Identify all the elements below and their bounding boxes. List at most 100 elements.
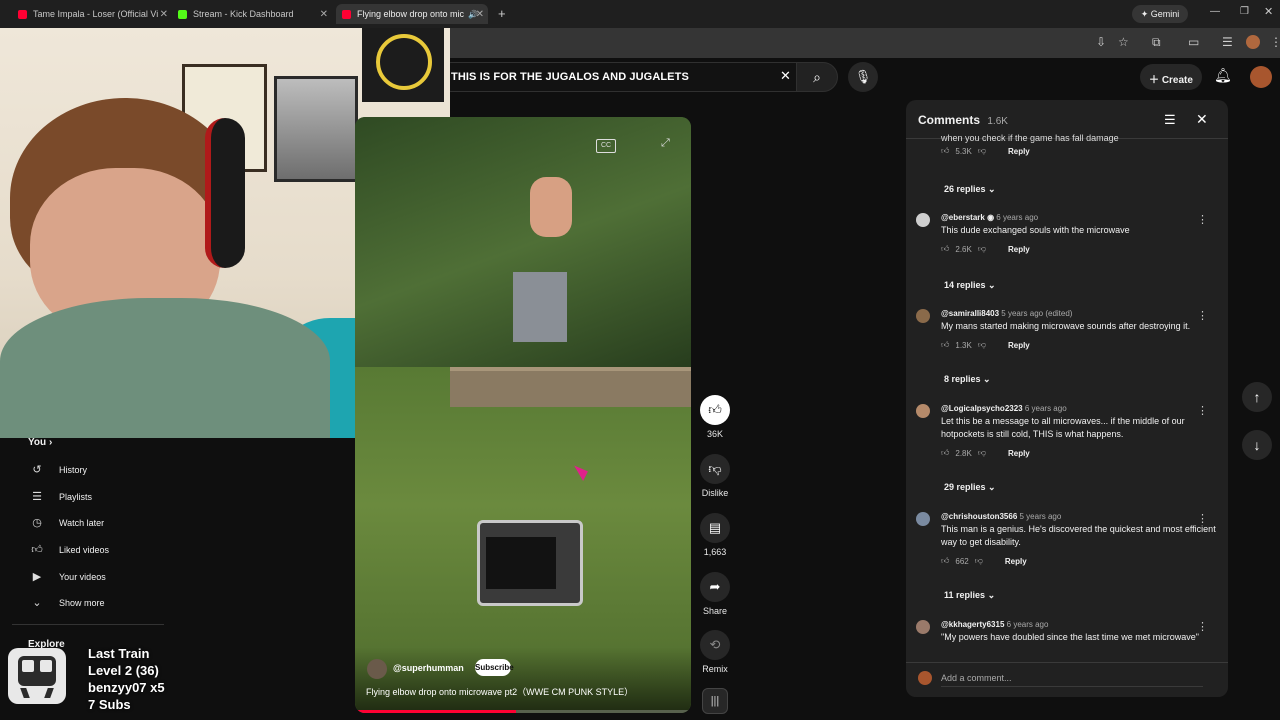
sidebar-icon[interactable]: ▭ (1188, 35, 1199, 49)
sidebar-item-your-videos[interactable]: ▶ Your videos (28, 570, 106, 583)
thumbs-up-icon[interactable]: 👍︎ (941, 448, 949, 458)
browser-tab-3-active[interactable]: Flying elbow drop onto mic 🔊 ✕ (336, 4, 488, 24)
comment-avatar[interactable] (916, 512, 930, 526)
thumbs-up-icon[interactable]: 👍︎ (941, 340, 949, 350)
more-options-icon[interactable]: ⋮ (1197, 512, 1208, 525)
replies-label: 11 replies (944, 590, 986, 600)
thumbs-up-icon[interactable]: 👍︎ (941, 146, 949, 156)
profile-avatar[interactable] (1246, 35, 1260, 49)
sidebar-you-header[interactable]: You › (28, 437, 52, 448)
comment-avatar[interactable] (916, 404, 930, 418)
sidebar-item-playlists[interactable]: ☰ Playlists (28, 490, 92, 503)
search-button[interactable]: ⌕ (796, 62, 838, 92)
thumbs-down-icon[interactable]: 👎︎ (975, 556, 983, 566)
channel-name[interactable]: @superhumman (393, 663, 464, 673)
close-tab-icon[interactable]: ✕ (160, 9, 168, 20)
thumbs-up-icon[interactable]: 👍︎ (941, 244, 949, 254)
gemini-button[interactable]: ✦ Gemini (1132, 5, 1188, 23)
create-button[interactable]: ＋ Create (1140, 64, 1202, 90)
view-replies-button[interactable]: 14 replies ⌄ (944, 280, 996, 291)
browser-tab-1[interactable]: Tame Impala - Loser (Official Vi ✕ (18, 4, 168, 24)
sound-thumbnail-icon[interactable]: ||| (702, 688, 728, 714)
account-avatar[interactable] (1250, 66, 1272, 88)
minimize-icon[interactable]: — (1210, 6, 1220, 17)
more-options-icon[interactable]: ⋮ (1197, 213, 1208, 226)
previous-short-button[interactable]: ↑ (1242, 382, 1272, 412)
tab-title: Tame Impala - Loser (Official Vi (33, 9, 159, 19)
reply-button[interactable]: Reply (1005, 557, 1027, 566)
remix-button[interactable]: ⟲ Remix (700, 630, 730, 674)
thumbs-down-icon[interactable]: 👎︎ (978, 340, 986, 350)
close-comments-icon[interactable]: ✕ (1196, 111, 1208, 128)
browser-tab-2[interactable]: Stream - Kick Dashboard ✕ (178, 4, 328, 24)
sidebar-item-show-more[interactable]: ⌄ Show more (28, 596, 104, 609)
comments-panel: Comments 1.6K ☰ ✕ when you check if the … (906, 100, 1228, 697)
reply-button[interactable]: Reply (1008, 341, 1030, 350)
subscribe-button[interactable]: Subscribe (475, 659, 514, 676)
voice-search-button[interactable]: 🎙 (848, 62, 878, 92)
view-replies-button[interactable]: 29 replies ⌄ (944, 482, 996, 493)
video-progress-track[interactable] (355, 710, 691, 713)
comment-author[interactable]: @kkhagerty6315 (941, 620, 1004, 629)
comment-item: @kkhagerty6315 6 years ago "My powers ha… (916, 620, 1218, 644)
like-button[interactable]: 👍︎ 36K (700, 395, 730, 439)
view-replies-button[interactable]: 8 replies ⌄ (944, 374, 991, 385)
reply-button[interactable]: Reply (1008, 147, 1030, 156)
add-comment-input[interactable]: Add a comment... (941, 673, 1203, 687)
short-title[interactable]: Flying elbow drop onto microwave pt2（WWE… (366, 685, 633, 698)
reading-list-icon[interactable]: ☰ (1222, 35, 1233, 49)
more-options-icon[interactable]: ⋮ (1197, 404, 1208, 417)
sidebar-item-liked-videos[interactable]: 👍︎ Liked videos (28, 543, 109, 556)
next-short-button[interactable]: ↓ (1242, 430, 1272, 460)
arrow-up-icon: ↑ (1253, 389, 1261, 405)
extensions-icon[interactable]: ⧉ (1152, 35, 1161, 50)
notifications-bell-icon[interactable]: 🔔︎ (1214, 67, 1232, 84)
new-tab-icon[interactable]: + (498, 6, 506, 21)
captions-icon[interactable]: CC (596, 139, 616, 153)
maximize-icon[interactable]: ❐ (1240, 6, 1249, 17)
comment-author[interactable]: @Logicalpsycho2323 (941, 404, 1023, 413)
window-close-icon[interactable]: ✕ (1264, 5, 1273, 18)
bookmark-star-icon[interactable]: ☆ (1118, 35, 1129, 49)
thumbs-down-icon[interactable]: 👎︎ (978, 448, 986, 458)
close-tab-icon[interactable]: ✕ (476, 9, 484, 20)
comment-author[interactable]: @eberstark (941, 213, 985, 222)
thumbs-down-icon[interactable]: 👎︎ (978, 146, 986, 156)
search-input[interactable]: THIS IS FOR THE JUGALOS AND JUGALETS (436, 62, 796, 92)
comment-avatar[interactable] (916, 213, 930, 227)
comment-avatar[interactable] (916, 309, 930, 323)
close-tab-icon[interactable]: ✕ (320, 9, 328, 20)
comment-item: @eberstark ◉ 6 years ago This dude excha… (916, 213, 1218, 254)
tab-title: Stream - Kick Dashboard (193, 9, 294, 19)
comments-count: 1.6K (987, 116, 1008, 127)
view-replies-button[interactable]: 26 replies ⌄ (944, 184, 996, 195)
clock-icon: ◷ (32, 517, 42, 529)
browser-menu-icon[interactable]: ⋮ (1270, 35, 1280, 49)
fullscreen-icon[interactable]: ⤢ (661, 137, 670, 150)
sort-icon[interactable]: ☰ (1164, 112, 1176, 128)
create-label: Create (1161, 75, 1193, 86)
video-microwave (477, 520, 583, 606)
thumbs-down-icon[interactable]: 👎︎ (978, 244, 986, 254)
more-options-icon[interactable]: ⋮ (1197, 620, 1208, 633)
thumbs-up-icon[interactable]: 👍︎ (941, 556, 949, 566)
reply-button[interactable]: Reply (1008, 245, 1030, 254)
clear-search-icon[interactable]: ✕ (780, 68, 791, 84)
dislike-button[interactable]: 👎︎ Dislike (700, 454, 730, 498)
comment-author[interactable]: @chrishouston3566 (941, 512, 1017, 521)
sidebar-item-history[interactable]: ↺ History (28, 463, 87, 476)
like-count: 2.6K (955, 244, 972, 254)
youtube-favicon-icon (342, 9, 351, 19)
comment-author-line: @samiralli8403 5 years ago (edited) (941, 309, 1218, 318)
comments-button[interactable]: ▤ 1,663 (700, 513, 730, 557)
view-replies-button[interactable]: 11 replies ⌄ (944, 590, 995, 601)
channel-avatar[interactable] (367, 659, 387, 679)
sidebar-item-watch-later[interactable]: ◷ Watch later (28, 516, 104, 529)
short-video-player[interactable]: CC ⤢ @superhumman Subscribe Flying elbow… (355, 117, 691, 713)
share-button[interactable]: ➦ Share (700, 572, 730, 616)
more-options-icon[interactable]: ⋮ (1197, 309, 1208, 322)
reply-button[interactable]: Reply (1008, 449, 1030, 458)
comment-author[interactable]: @samiralli8403 (941, 309, 999, 318)
comment-avatar[interactable] (916, 620, 930, 634)
install-icon[interactable]: ⇩ (1096, 35, 1106, 49)
